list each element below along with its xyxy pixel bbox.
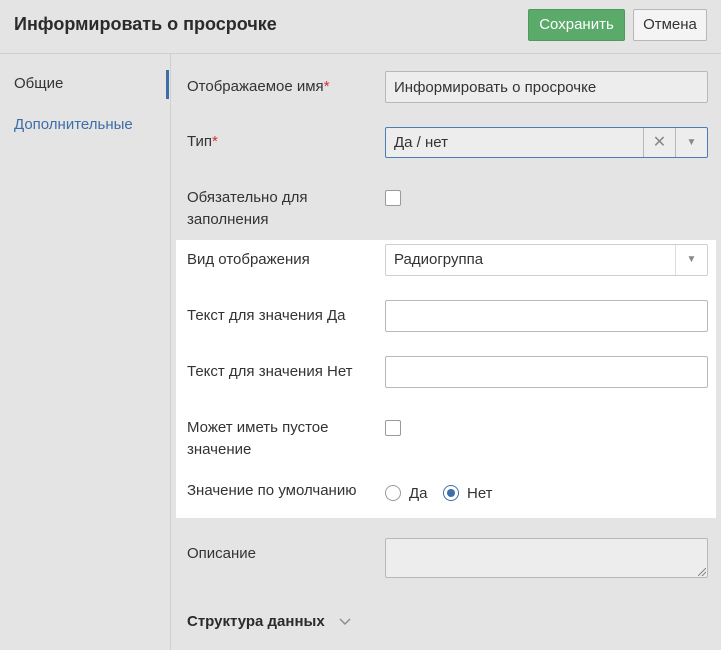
- description-textarea[interactable]: [385, 538, 708, 578]
- display-name-label: Отображаемое имя*: [187, 76, 330, 98]
- can-be-empty-label-line2: значение: [187, 441, 252, 458]
- type-select-value: Да / нет: [394, 134, 449, 151]
- type-label: Тип*: [187, 131, 218, 153]
- data-structure-toggle[interactable]: Структура данных: [187, 613, 325, 630]
- display-name-input[interactable]: [385, 71, 708, 103]
- mandatory-label-line1: Обязательно для: [187, 189, 308, 206]
- no-text-input[interactable]: [385, 356, 708, 388]
- can-be-empty-label-line1: Может иметь пустое: [187, 419, 329, 436]
- type-select[interactable]: Да / нет ✕ ▼: [385, 127, 708, 158]
- default-no-radio[interactable]: [443, 485, 459, 501]
- default-value-label: Значение по умолчанию: [187, 482, 357, 499]
- close-icon[interactable]: ✕: [643, 128, 675, 157]
- no-text-label: Текст для значения Нет: [187, 363, 353, 380]
- can-be-empty-label: Может иметь пустое значение: [187, 417, 328, 461]
- sidebar-item-additional[interactable]: Дополнительные: [14, 116, 133, 133]
- caret-down-icon[interactable]: ▼: [675, 128, 707, 157]
- sidebar-active-marker: [166, 70, 169, 99]
- display-name-label-text: Отображаемое имя: [187, 78, 324, 95]
- mandatory-label-line2: заполнения: [187, 211, 269, 228]
- yes-text-input[interactable]: [385, 300, 708, 332]
- required-marker: *: [323, 78, 330, 95]
- sidebar-divider: [170, 54, 171, 650]
- chevron-down-icon[interactable]: [337, 615, 353, 629]
- mandatory-label: Обязательно для заполнения: [187, 187, 307, 231]
- mandatory-checkbox[interactable]: [385, 190, 401, 206]
- default-yes-label[interactable]: Да: [409, 484, 428, 504]
- view-mode-value: Радиогруппа: [394, 251, 484, 268]
- type-label-text: Тип: [187, 133, 213, 150]
- can-be-empty-checkbox[interactable]: [385, 420, 401, 436]
- required-marker: *: [212, 133, 218, 150]
- resize-handle-icon[interactable]: [698, 568, 706, 576]
- radio-selected-dot: [447, 489, 455, 497]
- description-label: Описание: [187, 545, 257, 562]
- page-title: Информировать о просрочке: [14, 14, 277, 34]
- sidebar-item-general[interactable]: Общие: [14, 75, 63, 92]
- view-mode-select[interactable]: Радиогруппа ▼: [385, 244, 708, 276]
- default-no-label[interactable]: Нет: [467, 484, 493, 504]
- save-button[interactable]: Сохранить: [528, 9, 625, 41]
- cancel-button[interactable]: Отмена: [633, 9, 707, 41]
- caret-down-icon[interactable]: ▼: [675, 245, 707, 275]
- view-mode-label: Вид отображения: [187, 251, 310, 268]
- yes-text-label: Текст для значения Да: [187, 307, 346, 324]
- header-bar: Информировать о просрочке Сохранить Отме…: [0, 0, 721, 54]
- default-yes-radio[interactable]: [385, 485, 401, 501]
